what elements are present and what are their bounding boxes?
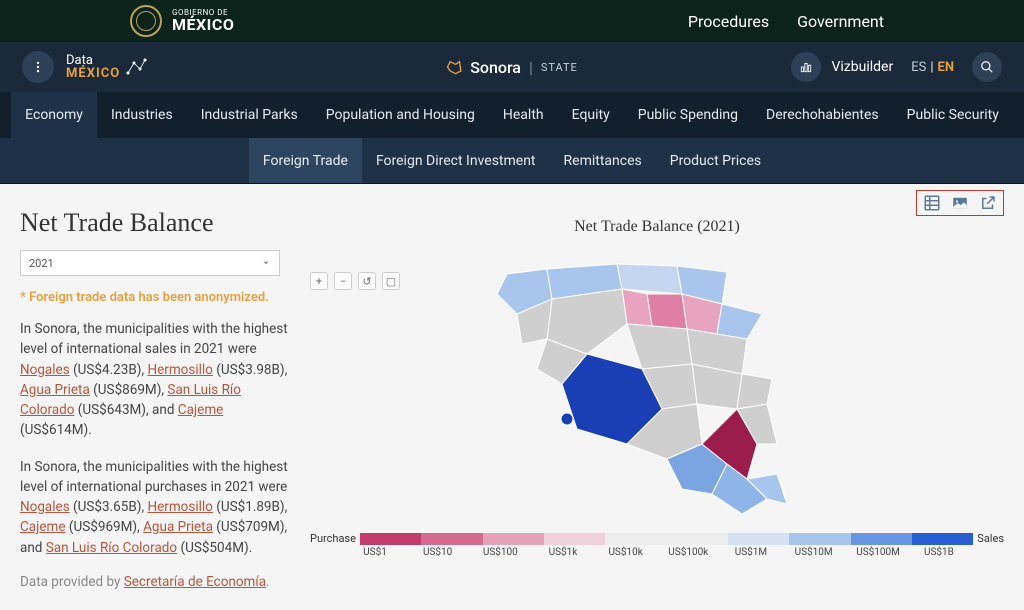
mexico-seal-icon [130,5,162,37]
lang-es[interactable]: ES [911,60,926,75]
region-breadcrumb: Sonora | STATE [446,58,578,77]
region-type: STATE [541,61,578,74]
legend-tick: US$100k [668,547,708,558]
logo-text-bottom: MÉXICO [66,67,120,80]
municipality-link[interactable]: Agua Prieta [20,382,90,398]
main-nav-item[interactable]: Industries [97,92,187,138]
reset-button[interactable]: ↺ [358,272,376,290]
sub-nav-item[interactable]: Foreign Direct Investment [362,138,550,183]
legend-tick: US$1M [731,547,771,558]
sales-paragraph: In Sonora, the municipalities with the h… [20,319,290,441]
zoom-in-button[interactable]: + [310,272,328,290]
municipality-link[interactable]: Nogales [20,499,70,515]
sub-nav-item[interactable]: Product Prices [656,138,775,183]
language-switcher: ES | EN [911,60,954,75]
source-link[interactable]: Secretaría de Economía [124,574,266,590]
municipality-link[interactable]: Cajeme [178,402,224,418]
year-select[interactable]: 2021 [20,250,280,276]
gov-text-large: MÉXICO [172,17,234,33]
left-column: Net Trade Balance 2021 * Foreign trade d… [20,194,290,590]
main-nav-item[interactable]: Public Spending [624,92,752,138]
section-title: Net Trade Balance [20,208,290,238]
legend-tick: US$1 [355,547,395,558]
main-nav-item[interactable]: Public Security [893,92,1013,138]
legend-tick: US$1k [543,547,583,558]
map-controls: + − ↺ ▢ [310,272,400,290]
map-pin-icon [446,59,462,75]
main-nav-item[interactable]: Equity [558,92,624,138]
municipality-link[interactable]: Nogales [20,362,70,378]
main-nav-item[interactable]: Health [489,92,558,138]
choropleth-map[interactable] [310,244,1004,524]
main-nav-item[interactable]: Derechohabientes [752,92,893,138]
legend-tick: US$10M [794,547,834,558]
chart-title: Net Trade Balance (2021) [310,218,1004,236]
legend-gradient [360,533,973,545]
main-nav-item[interactable]: Population and Housing [312,92,489,138]
legend-tick: US$10k [606,547,646,558]
data-provided-by: Data provided by Secretaría de Economía. [20,574,290,590]
anonymized-warning: * Foreign trade data has been anonymized… [20,290,290,305]
vizbuilder-button[interactable]: Vizbuilder [791,52,893,82]
color-legend: Purchase Sales US$1 US$10 US$100 US$1k US$10… [310,532,1004,558]
municipality-link[interactable]: Hermosillo [147,362,212,378]
datamexico-bar: Data MÉXICO Sonora | STATE Vizbuilder ES… [0,42,1024,92]
legend-left-label: Purchase [310,532,356,545]
datamexico-logo[interactable]: Data MÉXICO [66,54,148,80]
search-button[interactable] [972,52,1002,82]
menu-button[interactable] [22,51,54,83]
gov-link-procedures[interactable]: Procedures [688,12,769,31]
government-logo-block: GOBIERNO DE MÉXICO [130,5,234,37]
sub-nav-item[interactable]: Foreign Trade [249,138,362,183]
search-icon [980,60,994,74]
legend-right-label: Sales [977,532,1004,545]
content-area: Net Trade Balance 2021 * Foreign trade d… [0,184,1024,610]
gov-link-government[interactable]: Government [797,12,884,31]
legend-tick: US$10 [418,547,458,558]
fullscreen-button[interactable]: ▢ [382,272,400,290]
main-nav: EconomyIndustriesIndustrial ParksPopulat… [0,92,1024,138]
main-nav-item[interactable]: Economy [11,92,97,138]
lang-en[interactable]: EN [938,60,955,75]
government-links: Procedures Government [688,12,884,31]
chevron-down-icon [261,258,271,268]
municipality-link[interactable]: San Luis Río Colorado [46,540,177,556]
purchases-paragraph: In Sonora, the municipalities with the h… [20,457,290,558]
right-column: Net Trade Balance (2021) + − ↺ ▢ [310,194,1004,590]
legend-ticks: US$1 US$10 US$100 US$1k US$10k US$100k US$1M US… [310,547,1004,558]
legend-tick: US$100M [856,547,896,558]
legend-tick: US$1B [919,547,959,558]
main-nav-item[interactable]: Industrial Parks [187,92,312,138]
legend-tick: US$100 [480,547,520,558]
municipality-link[interactable]: Agua Prieta [143,519,213,535]
region-name: Sonora [470,58,521,77]
municipality-link[interactable]: Cajeme [20,519,66,535]
municipality-link[interactable]: Hermosillo [147,499,212,515]
chart-icon [791,52,821,82]
government-bar: GOBIERNO DE MÉXICO Procedures Government [0,0,1024,42]
menu-icon [31,60,45,74]
sub-nav: Foreign TradeForeign Direct InvestmentRe… [0,138,1024,184]
logo-network-icon [124,55,148,79]
zoom-out-button[interactable]: − [334,272,352,290]
sub-nav-item[interactable]: Remittances [550,138,656,183]
